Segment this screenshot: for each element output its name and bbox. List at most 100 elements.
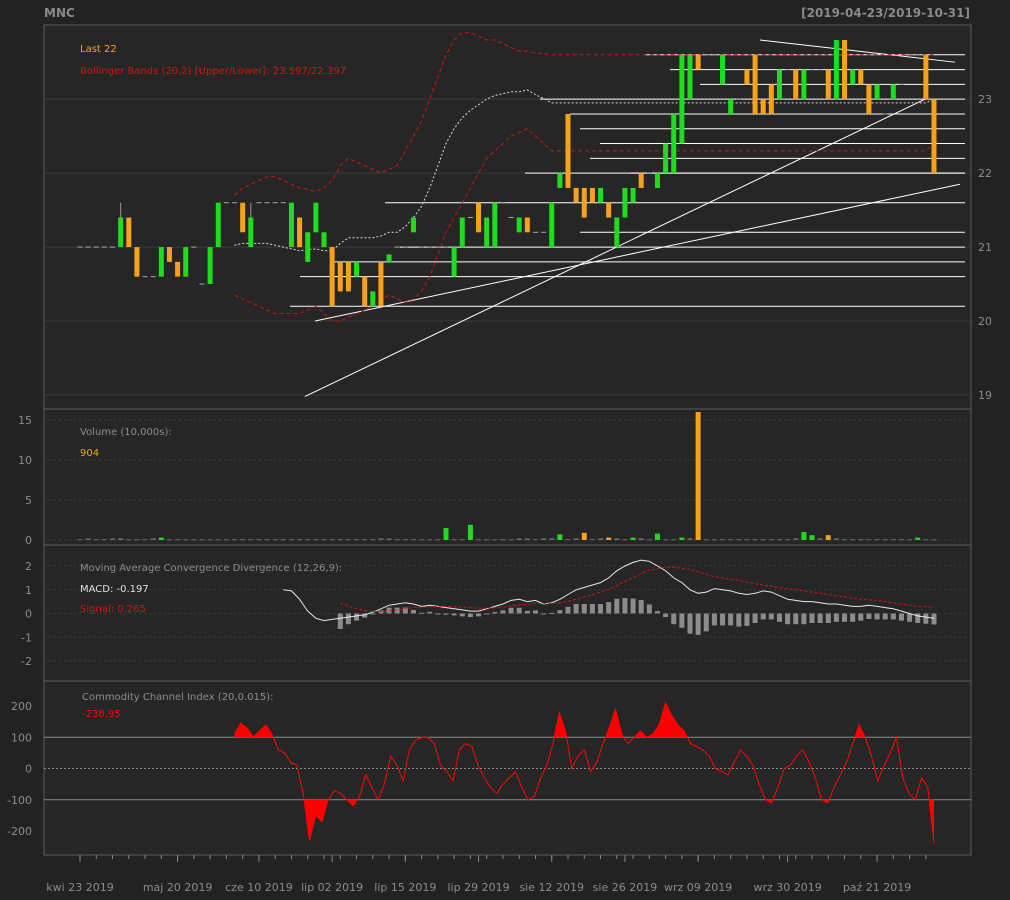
volume-bar bbox=[386, 538, 392, 540]
candle-up bbox=[288, 202, 294, 248]
volume-bar bbox=[345, 539, 351, 541]
candle-down bbox=[240, 202, 246, 233]
candle-up bbox=[215, 202, 221, 248]
volume-bar bbox=[825, 535, 831, 540]
x-axis-tick-label: maj 20 2019 bbox=[143, 881, 213, 894]
macd-histogram-bar bbox=[768, 613, 774, 620]
macd-histogram-bar bbox=[419, 612, 425, 614]
macd-histogram-bar bbox=[557, 610, 563, 614]
candle-up bbox=[321, 232, 327, 248]
volume-bar bbox=[215, 539, 221, 541]
macd-histogram-bar bbox=[589, 604, 595, 614]
macd-histogram-bar bbox=[598, 604, 604, 614]
volume-axis-tick-label: 10 bbox=[18, 454, 32, 467]
macd-histogram-bar bbox=[744, 613, 750, 626]
volume-bar bbox=[288, 539, 294, 541]
volume-bar bbox=[110, 538, 116, 540]
candle-down bbox=[858, 69, 864, 85]
volume-axis-tick-label: 0 bbox=[25, 534, 32, 547]
candle-up bbox=[630, 187, 636, 203]
macd-histogram-bar bbox=[850, 613, 856, 622]
volume-bar bbox=[248, 539, 254, 541]
macd-histogram-bar bbox=[565, 606, 571, 614]
candle-down bbox=[606, 202, 612, 218]
volume-bar bbox=[532, 539, 538, 541]
candle-up bbox=[663, 143, 669, 174]
candle-up bbox=[484, 217, 490, 248]
candle-up bbox=[207, 247, 213, 285]
macd-histogram-bar bbox=[858, 613, 864, 621]
macd-histogram-bar bbox=[606, 602, 612, 614]
macd-histogram-bar bbox=[508, 607, 514, 614]
x-axis-tick-label: wrz 30 2019 bbox=[753, 881, 821, 894]
macd-histogram-bar bbox=[817, 613, 823, 623]
candle-up bbox=[728, 99, 734, 114]
candle-down bbox=[345, 261, 351, 292]
volume-bar bbox=[410, 539, 416, 541]
volume-bar bbox=[581, 532, 587, 540]
macd-histogram-bar bbox=[801, 613, 807, 625]
volume-bar bbox=[898, 539, 904, 541]
volume-bar bbox=[93, 539, 99, 541]
candle-up bbox=[557, 173, 563, 188]
macd-histogram-bar bbox=[654, 611, 660, 614]
macd-histogram-bar bbox=[630, 598, 636, 614]
macd-histogram-bar bbox=[532, 610, 538, 614]
volume-bar bbox=[516, 538, 522, 540]
candle-down bbox=[476, 202, 482, 233]
volume-bar bbox=[142, 539, 148, 541]
volume-bar bbox=[305, 539, 311, 541]
macd-histogram-bar bbox=[866, 613, 872, 619]
macd-histogram-bar bbox=[736, 613, 742, 627]
x-axis-tick-label: paź 21 2019 bbox=[843, 881, 911, 894]
volume-bar bbox=[280, 539, 286, 541]
volume-bar bbox=[313, 539, 319, 541]
macd-histogram-bar bbox=[760, 613, 766, 620]
candle-down bbox=[329, 247, 335, 307]
macd-histogram-bar bbox=[809, 613, 815, 623]
volume-bar bbox=[508, 539, 514, 541]
volume-axis-tick-label: 15 bbox=[18, 414, 32, 427]
volume-bar bbox=[419, 539, 425, 541]
volume-bar bbox=[638, 538, 644, 540]
macd-histogram-bar bbox=[695, 613, 701, 635]
volume-title: Volume (10,000s): bbox=[80, 427, 172, 438]
x-axis-tick-label: cze 10 2019 bbox=[225, 881, 293, 894]
macd-histogram-bar bbox=[451, 613, 457, 616]
candle-up bbox=[459, 217, 465, 248]
volume-bar bbox=[256, 539, 262, 541]
macd-histogram-bar bbox=[833, 613, 839, 622]
volume-bar bbox=[663, 539, 669, 541]
volume-bar bbox=[370, 539, 376, 541]
macd-histogram-bar bbox=[484, 613, 490, 615]
volume-bar bbox=[459, 539, 465, 541]
volume-bar bbox=[541, 538, 547, 540]
volume-bar bbox=[166, 539, 172, 541]
candle-down bbox=[768, 84, 774, 114]
candle-up bbox=[776, 69, 782, 100]
volume-bar bbox=[866, 539, 872, 541]
volume-bar bbox=[785, 539, 791, 541]
candle-up bbox=[671, 113, 677, 174]
candle-up bbox=[386, 254, 392, 262]
macd-histogram-bar bbox=[476, 613, 482, 617]
volume-bar bbox=[337, 539, 343, 541]
x-axis-tick-label: kwi 23 2019 bbox=[46, 881, 113, 894]
volume-bar bbox=[907, 539, 913, 541]
volume-bar bbox=[85, 538, 91, 540]
candle-down bbox=[297, 217, 303, 248]
macd-histogram-bar bbox=[443, 613, 449, 615]
volume-bar bbox=[931, 539, 937, 541]
candle-up bbox=[313, 202, 319, 233]
macd-histogram-bar bbox=[467, 613, 473, 618]
candle-down bbox=[825, 69, 831, 100]
volume-bar bbox=[476, 539, 482, 541]
cci-axis-tick-label: -100 bbox=[7, 794, 32, 807]
volume-bar bbox=[321, 539, 327, 541]
candle-up bbox=[687, 54, 693, 100]
volume-bar bbox=[199, 539, 205, 541]
volume-bar bbox=[402, 539, 408, 541]
volume-bar bbox=[736, 539, 742, 541]
candle-down bbox=[166, 247, 172, 262]
volume-bar bbox=[858, 539, 864, 541]
